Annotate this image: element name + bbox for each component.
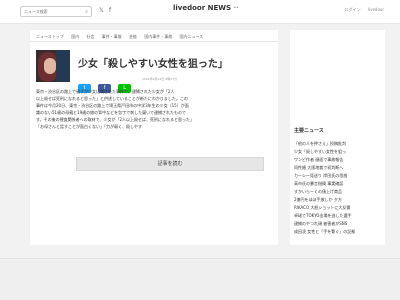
body-line: 「お母さんと話すことが面白くない」「力が弱く、殺しやす — [36, 124, 142, 129]
news-item-text: RIKACO 大胆ショットに大反響 — [294, 205, 351, 210]
facebook-icon[interactable]: f — [109, 7, 111, 14]
top-bar: ⌕ 𝕏 f livedoor NEWS ·· ログイン livedoor — [0, 0, 400, 24]
search-box[interactable]: ⌕ — [20, 6, 92, 17]
news-item-text: 高市氏の暴言指摘 事実確認 — [294, 181, 344, 186]
article-thumbnail[interactable] — [36, 50, 70, 82]
news-item[interactable]: 高市氏の暴言指摘 事実確認 — [294, 180, 386, 187]
footer — [0, 258, 400, 300]
body-line: 東京・渋谷区の路上で親子が少女に刺された事件で、逮捕された少女が「2人 — [36, 89, 175, 94]
tab-domestic[interactable]: 国内 — [71, 34, 79, 40]
tab-incidents[interactable]: 事件・事故 — [102, 34, 122, 40]
tab-entertainment[interactable]: 芸能 — [129, 34, 137, 40]
news-item[interactable]: カーシー見送り 岸田氏の思惑 — [294, 172, 386, 179]
tab-top[interactable]: ニューストップ — [36, 34, 64, 40]
tab-society[interactable]: 社会 — [86, 34, 94, 40]
thumbnail-face — [44, 58, 56, 74]
sidebar: 主要ニュース 「他の人を押さえ」投稿批判 少女「殺しやすい女性を狙っ ワンピ作者… — [290, 30, 385, 245]
twitter-icon[interactable]: 𝕏 — [99, 7, 104, 14]
news-item[interactable]: 逮捕のやつれ顔 被害者がSNS — [294, 220, 386, 227]
news-item-text: 成田凌 女性と「手を繋ぐ」の証拠 — [294, 229, 356, 234]
thumbnail-side — [56, 50, 70, 82]
share-bar: t f L — [78, 74, 133, 93]
logo-text: livedoor NEWS — [173, 4, 232, 12]
news-item-text: 卓球でTOKYO出場を逃した選手 — [294, 213, 352, 218]
news-item[interactable]: 少女「殺しやすい女性を狙っ — [294, 148, 386, 155]
news-item[interactable]: 成田凌 女性と「手を繋ぐ」の証拠 — [294, 228, 386, 235]
logo-dots: ·· — [233, 4, 239, 12]
body-line: す。その後の捜査関係者への取材で、少女が「2人以上殺せば、死刑になれると思った」 — [36, 117, 194, 122]
livedoor-link[interactable]: livedoor — [368, 7, 384, 12]
tab-domestic-incidents[interactable]: 国内事件・事故 — [144, 34, 172, 40]
news-item[interactable]: RIKACO 大胆ショットに大反響 — [294, 204, 386, 211]
top-links: ログイン livedoor — [339, 7, 384, 13]
news-item[interactable]: 卓球でTOKYO出場を逃した選手 — [294, 212, 386, 219]
read-more-button[interactable]: 記事を読む — [76, 157, 264, 171]
news-item-text: 2億円をほぼ手放しか 夕方 — [294, 197, 342, 202]
news-item-text: 逮捕のやつれ顔 被害者がSNS — [294, 221, 348, 226]
search-input[interactable] — [24, 9, 82, 14]
main-content: ニューストップ 国内 社会 事件・事故 芸能 国内事件・事故 国内ニュース 少女… — [30, 30, 278, 245]
news-item-text: 同性婚 大阪地裁で初判断へ — [294, 165, 344, 170]
body-line: 事件は今月20日、東京・渋谷区の路上で埼玉県戸田市の中学3年生の少女（15）が面 — [36, 103, 189, 108]
news-item-text: カーシー見送り 岸田氏の思惑 — [294, 173, 348, 178]
body-line: 以上殺せば死刑になれると思った」と供述していることが新たにわかりました。この — [36, 96, 188, 101]
news-item-text: 少女「殺しやすい女性を狙っ — [294, 149, 346, 154]
news-item[interactable]: 同性婚 大阪地裁で初判断へ — [294, 164, 386, 171]
site-logo[interactable]: livedoor NEWS ·· — [173, 4, 239, 18]
main-news-title: 主要ニュース — [294, 128, 324, 134]
article-date: 2022年6月24日 8時57分 — [142, 77, 178, 81]
news-item[interactable]: 「他の人を押さえ」投稿批判 — [294, 140, 386, 147]
news-item[interactable]: すかいらーくの値上げ商品 — [294, 188, 386, 195]
article-body: 東京・渋谷区の路上で親子が少女に刺された事件で、逮捕された少女が「2人 以上殺せ… — [36, 88, 272, 130]
news-item[interactable]: ワンピ作者 顔面で事故報告 — [294, 156, 386, 163]
body-line: 識のない51歳の母親と19歳の娘の背中などを包丁で刺した疑いで逮捕されたもので — [36, 110, 187, 115]
news-item-text: ワンピ作者 顔面で事故報告 — [294, 157, 344, 162]
news-item-text: 「他の人を押さえ」投稿批判 — [294, 141, 346, 146]
category-tabs: ニューストップ 国内 社会 事件・事故 芸能 国内事件・事故 国内ニュース — [30, 30, 278, 42]
article-title: 少女「殺しやすい女性を狙った」 — [78, 59, 228, 70]
search-icon[interactable]: ⌕ — [85, 9, 88, 15]
news-item[interactable]: 2億円をほぼ手放しか 夕方 — [294, 196, 386, 203]
tab-domestic-news[interactable]: 国内ニュース — [180, 34, 204, 40]
news-item-text: すかいらーくの値上げ商品 — [294, 189, 342, 194]
login-link[interactable]: ログイン — [345, 7, 361, 12]
